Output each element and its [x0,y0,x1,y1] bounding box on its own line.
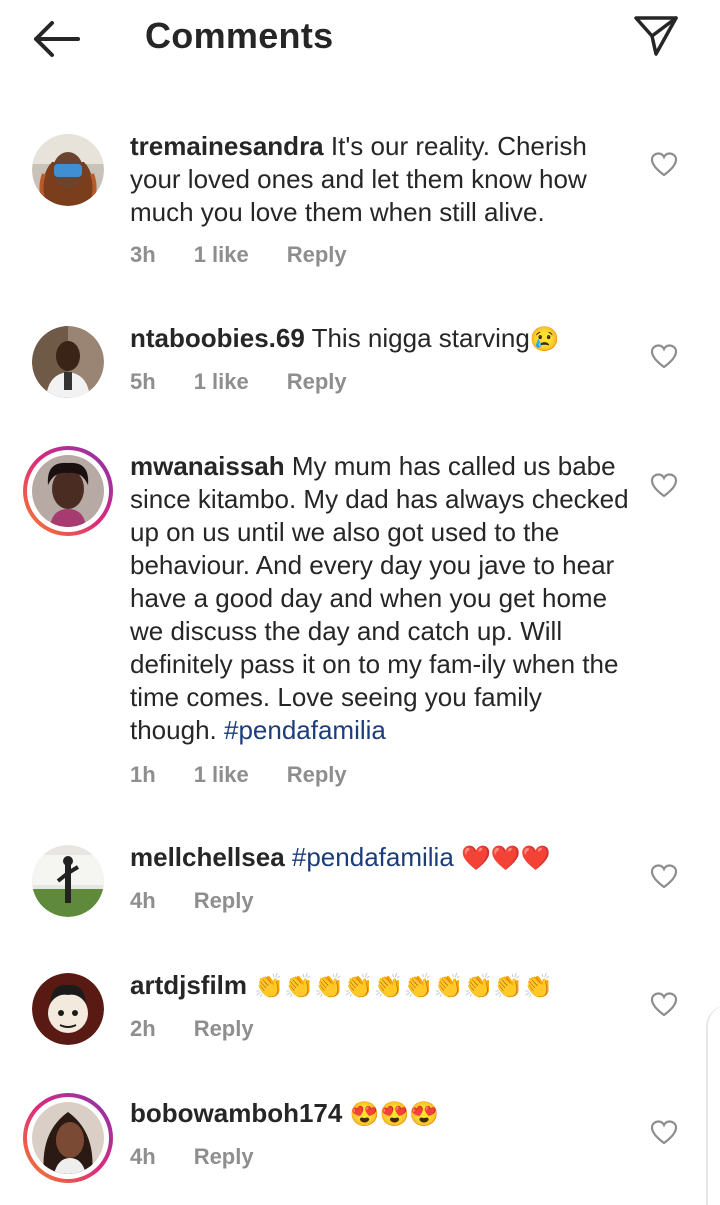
back-button[interactable] [28,14,84,64]
like-count[interactable]: 1 like [194,369,249,395]
like-button[interactable] [650,864,678,890]
like-count[interactable]: 1 like [194,762,249,788]
comment-body: artdjsfilm 👏👏👏👏👏👏👏👏👏👏 [130,969,630,1003]
like-count[interactable]: 1 like [194,242,249,268]
page-title: Comments [145,15,334,56]
timestamp: 3h [130,242,156,267]
avatar-story-ring[interactable] [23,1093,113,1183]
reply-button[interactable]: Reply [287,762,347,788]
reply-button[interactable]: Reply [287,242,347,268]
avatar[interactable] [32,845,104,917]
comment-body: bobowamboh174 😍😍😍 [130,1097,630,1131]
reply-button[interactable]: Reply [194,1016,254,1042]
heart-icon [650,473,678,498]
avatar-story-ring[interactable] [23,446,113,536]
username[interactable]: ntaboobies.69 [130,323,305,353]
username[interactable]: tremainesandra [130,131,324,161]
comment-meta: 5h 1 like Reply [130,369,385,395]
comment-meta: 4h Reply [130,1144,292,1170]
comment-body: ntaboobies.69 This nigga starving😢 [130,322,630,356]
like-button[interactable] [650,473,678,499]
reply-button[interactable]: Reply [194,1144,254,1170]
comment-meta: 3h 1 like Reply [130,242,385,268]
like-button[interactable] [650,992,678,1018]
avatar[interactable] [32,326,104,398]
heart-icon [650,864,678,889]
comment-text: This nigga starving [311,323,530,353]
timestamp: 1h [130,762,156,787]
hashtag-link[interactable]: #pendafamilia [224,715,386,745]
comment-body: mellchellsea #pendafamilia ❤️❤️❤️ [130,841,630,875]
timestamp: 4h [130,888,156,913]
reply-button[interactable]: Reply [194,888,254,914]
heart-icon [650,152,678,177]
overlay-edge [706,1005,720,1205]
share-button[interactable] [630,10,682,60]
comment-body: tremainesandra It's our reality. Cherish… [130,130,630,229]
avatar[interactable] [32,134,104,206]
heart-icon [650,992,678,1017]
avatar[interactable] [32,973,104,1045]
like-button[interactable] [650,344,678,370]
top-bar: Comments [0,0,720,80]
comment-meta: 1h 1 like Reply [130,762,385,788]
heart-icon [650,1120,678,1145]
timestamp: 5h [130,369,156,394]
username[interactable]: artdjsfilm [130,970,247,1000]
like-button[interactable] [650,152,678,178]
timestamp: 2h [130,1016,156,1041]
username[interactable]: mellchellsea [130,842,285,872]
comment-meta: 4h Reply [130,888,292,914]
emoji: 😍😍😍 [349,1101,440,1128]
emoji: ❤️❤️❤️ [461,845,551,872]
username[interactable]: mwanaissah [130,451,285,481]
like-button[interactable] [650,1120,678,1146]
heart-icon [650,344,678,369]
hashtag-link[interactable]: #pendafamilia [292,842,454,872]
reply-button[interactable]: Reply [287,369,347,395]
username[interactable]: bobowamboh174 [130,1098,342,1128]
send-icon [634,16,678,56]
emoji: 😢 [529,326,560,353]
timestamp: 4h [130,1144,156,1169]
emoji: 👏👏👏👏👏👏👏👏👏👏 [254,973,554,1000]
comment-meta: 2h Reply [130,1016,292,1042]
comment-body: mwanaissah My mum has called us babe sin… [130,450,630,747]
arrow-left-icon [34,21,80,57]
comment-text: My mum has called us babe since kitambo.… [130,451,629,745]
